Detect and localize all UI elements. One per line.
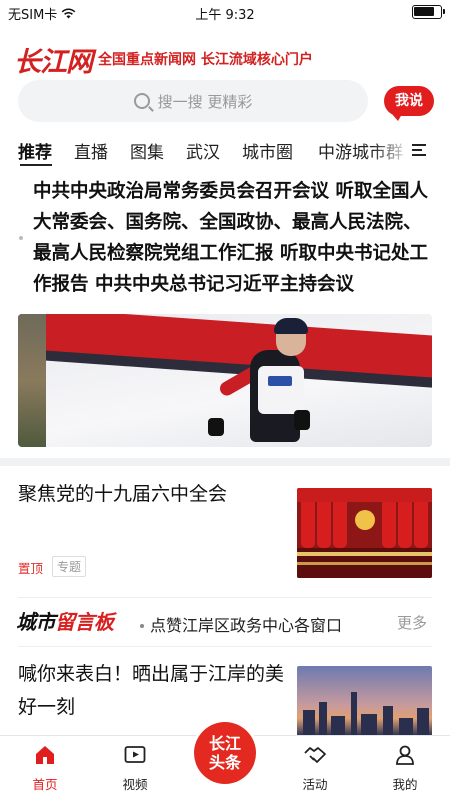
battery-icon xyxy=(412,5,445,19)
nav-profile[interactable]: 我的 xyxy=(370,736,440,800)
clock: 上午 9:32 xyxy=(195,8,255,23)
say-button[interactable]: 我说 xyxy=(384,86,434,121)
tab-gallery[interactable]: 图集 xyxy=(130,138,164,163)
handshake-icon xyxy=(304,747,326,763)
list-divider xyxy=(18,646,432,647)
tab-city-circle[interactable]: 城市圈 xyxy=(242,138,293,163)
list-divider xyxy=(18,597,432,598)
video-icon xyxy=(124,746,146,763)
active-tab-indicator xyxy=(20,164,52,166)
message-board-more-link[interactable]: 更多 xyxy=(397,612,427,633)
message-board-ticker[interactable]: 点赞江岸区政务中心各窗口 xyxy=(150,612,386,636)
channel-tabs: 推荐 直播 图集 武汉 城市圈 中游城市群 xyxy=(0,136,450,166)
nav-video-label: 视频 xyxy=(122,777,148,792)
channel-menu-icon[interactable] xyxy=(412,144,426,157)
search-input[interactable]: 搜一搜 更精彩 xyxy=(18,80,368,122)
slogan: 全国重点新闻网 长江流域核心门户 xyxy=(98,52,313,68)
party-emblem-icon xyxy=(355,510,375,530)
logo[interactable]: 长江网 xyxy=(14,40,93,79)
app-header: 长江网 全国重点新闻网 长江流域核心门户 xyxy=(0,34,450,78)
nav-home[interactable]: 首页 xyxy=(10,736,80,800)
center-button-line2: 头条 xyxy=(208,753,241,772)
section-divider xyxy=(0,458,450,466)
message-board-title-black: 城市 xyxy=(16,610,56,634)
nav-profile-label: 我的 xyxy=(392,777,418,792)
message-board-title-red: 留言板 xyxy=(55,610,114,634)
article-thumbnail[interactable] xyxy=(297,666,432,736)
status-bar: 无SIM卡 上午 9:32 xyxy=(0,0,450,24)
tab-live[interactable]: 直播 xyxy=(74,138,108,163)
headlines-center-button[interactable]: 长江 头条 xyxy=(194,722,256,784)
article-title[interactable]: 聚焦党的十九届六中全会 xyxy=(18,480,278,508)
nav-activity[interactable]: 活动 xyxy=(280,736,350,800)
pinned-tag: 置顶 xyxy=(18,561,44,576)
top-story-headline[interactable]: 中共中央政治局常务委员会召开会议 听取全国人大常委会、国务院、全国政协、最高人民… xyxy=(33,176,433,300)
tab-wuhan[interactable]: 武汉 xyxy=(186,138,220,163)
top-story-image[interactable] xyxy=(18,314,432,447)
bullet-dot xyxy=(19,236,23,240)
tabs-fade xyxy=(372,136,412,166)
article-title[interactable]: 喊你来表白！晒出属于江岸的美好一刻 xyxy=(18,658,288,724)
search-placeholder: 搜一搜 更精彩 xyxy=(157,92,253,111)
nav-activity-label: 活动 xyxy=(302,777,328,792)
center-button-line1: 长江 xyxy=(208,734,241,753)
message-board-logo[interactable]: 城市留言板 xyxy=(16,606,114,635)
topic-tag: 专题 xyxy=(52,556,87,577)
bullet-dot xyxy=(140,624,144,628)
search-icon xyxy=(133,93,150,109)
tab-recommend[interactable]: 推荐 xyxy=(18,138,52,163)
article-thumbnail[interactable] xyxy=(297,488,432,578)
nav-video[interactable]: 视频 xyxy=(100,736,170,800)
user-icon xyxy=(396,745,414,765)
home-icon xyxy=(36,746,54,764)
nav-home-label: 首页 xyxy=(32,777,58,792)
